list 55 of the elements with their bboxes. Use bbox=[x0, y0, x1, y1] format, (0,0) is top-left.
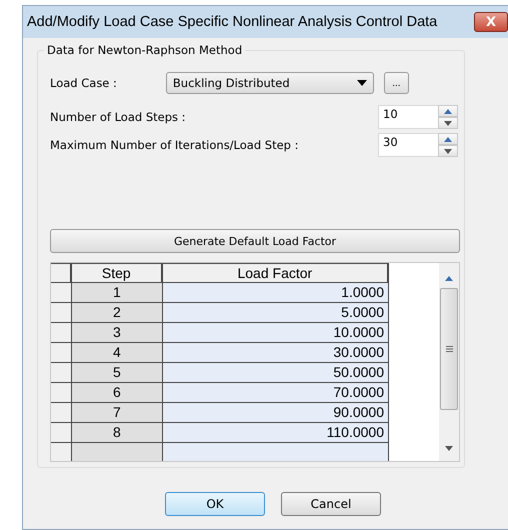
group-title: Data for Newton-Raphson Method bbox=[44, 43, 246, 57]
number-field[interactable]: 30 bbox=[378, 133, 438, 157]
step-cell: 8 bbox=[70, 423, 163, 443]
grip-icon bbox=[446, 346, 452, 352]
step-cell: 1 bbox=[70, 283, 163, 303]
scroll-up-icon bbox=[445, 276, 453, 281]
row-header[interactable] bbox=[51, 343, 72, 363]
field-label: Maximum Number of Iterations/Load Step : bbox=[50, 138, 299, 152]
factor-cell[interactable]: 110.0000 bbox=[162, 423, 389, 443]
caret-icon bbox=[356, 80, 367, 86]
row-header[interactable] bbox=[51, 283, 72, 303]
down-arrow-icon bbox=[444, 120, 452, 126]
row-header[interactable] bbox=[51, 443, 72, 461]
row-header[interactable] bbox=[51, 323, 72, 343]
up-arrow-icon bbox=[444, 108, 452, 114]
spin-down-button[interactable] bbox=[438, 145, 458, 157]
row-header[interactable] bbox=[51, 303, 72, 323]
browse-button[interactable]: ... bbox=[384, 72, 409, 94]
factor-cell[interactable]: 90.0000 bbox=[162, 403, 389, 423]
field-label: Number of Load Steps : bbox=[50, 110, 186, 124]
row-header[interactable] bbox=[51, 403, 72, 423]
row-header[interactable] bbox=[51, 363, 72, 383]
factor-cell[interactable]: 70.0000 bbox=[162, 383, 389, 403]
factor-cell[interactable]: 50.0000 bbox=[162, 363, 389, 383]
up-arrow-icon bbox=[444, 136, 452, 142]
spin-up-button[interactable] bbox=[438, 105, 458, 117]
spin-up-button[interactable] bbox=[438, 133, 458, 145]
scroll-down-icon bbox=[445, 446, 453, 451]
dialog-button[interactable]: Cancel bbox=[281, 492, 381, 516]
factor-cell[interactable]: 1.0000 bbox=[162, 283, 389, 303]
corner-cell bbox=[51, 263, 72, 283]
factor-cell[interactable] bbox=[162, 443, 389, 461]
step-cell: 5 bbox=[70, 363, 163, 383]
factor-cell[interactable]: 5.0000 bbox=[162, 303, 389, 323]
factor-cell[interactable]: 30.0000 bbox=[162, 343, 389, 363]
scrollbar[interactable] bbox=[439, 263, 459, 461]
step-cell: 2 bbox=[70, 303, 163, 323]
down-arrow-icon bbox=[444, 148, 452, 154]
load-case-label: Load Case : bbox=[50, 76, 117, 90]
step-cell: 3 bbox=[70, 323, 163, 343]
scroll-thumb[interactable] bbox=[440, 288, 458, 410]
column-header: Step bbox=[70, 263, 163, 283]
step-cell: 6 bbox=[70, 383, 163, 403]
spin-down-button[interactable] bbox=[438, 117, 458, 129]
generate-button[interactable]: Generate Default Load Factor bbox=[50, 229, 460, 253]
row-header[interactable] bbox=[51, 423, 72, 443]
load-case-dropdown[interactable]: Buckling Distributed bbox=[166, 72, 374, 94]
dialog-button[interactable]: OK bbox=[165, 492, 265, 516]
step-cell: 4 bbox=[70, 343, 163, 363]
row-header[interactable] bbox=[51, 383, 72, 403]
column-header: Load Factor bbox=[162, 263, 389, 283]
window-title: Add/Modify Load Case Specific Nonlinear Analysis Control Data bbox=[27, 14, 438, 30]
factor-cell[interactable]: 10.0000 bbox=[162, 323, 389, 343]
step-cell: 7 bbox=[70, 403, 163, 423]
number-field[interactable]: 10 bbox=[378, 105, 438, 129]
